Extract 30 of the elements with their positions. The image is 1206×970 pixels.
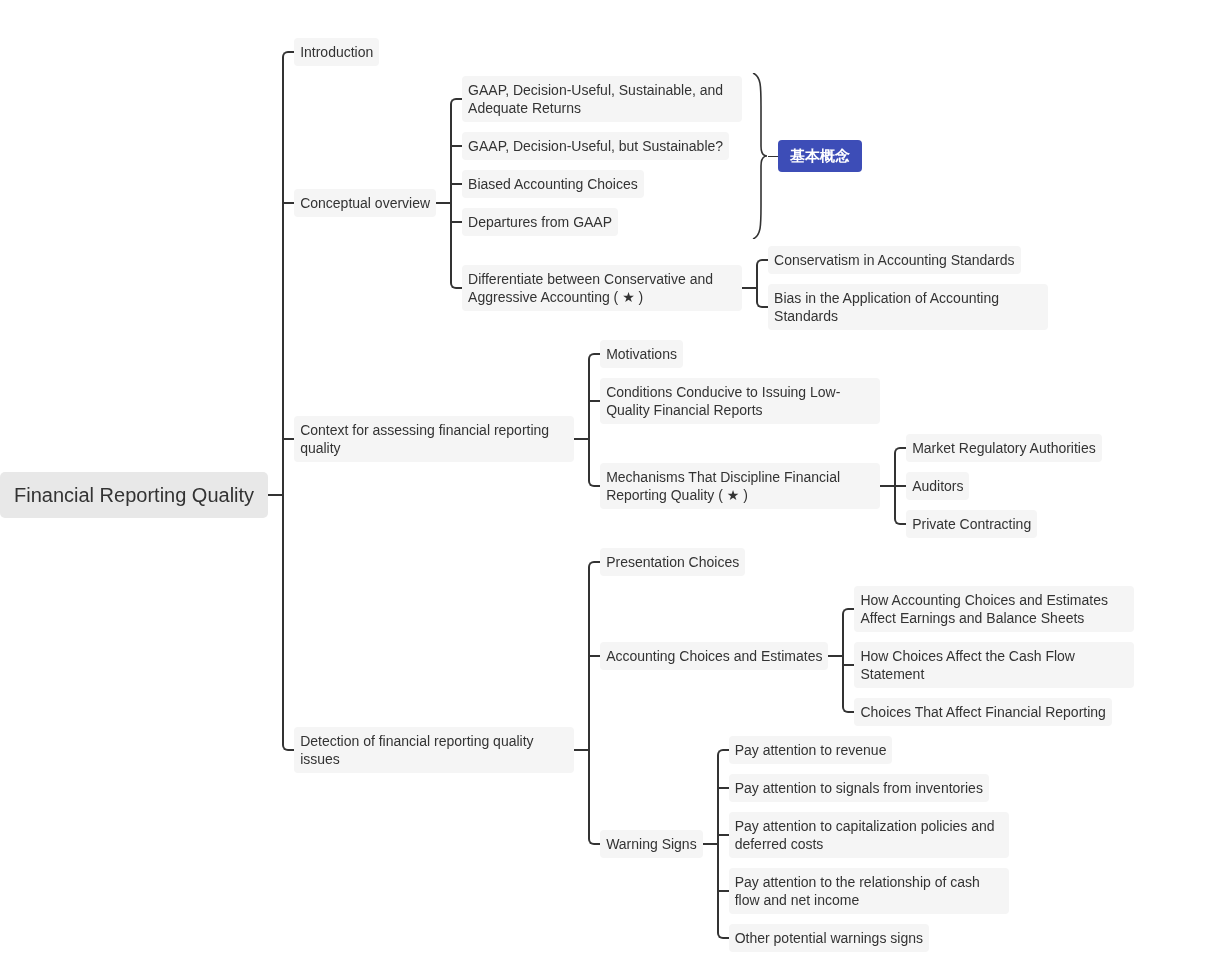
topic-node[interactable]: Context for assessing financial reporting quality [294,416,575,462]
topic-node[interactable]: Detection of financial reporting quality issues [294,727,575,773]
topic-node[interactable]: GAAP, Decision-Useful, but Sustainable? [462,132,730,160]
topic-node[interactable]: Presentation Choices [600,548,746,576]
topic-node[interactable]: Bias in the Application of Accounting Standards [768,284,1049,330]
summary-label[interactable]: 基本概念 [778,140,863,172]
topic-node[interactable]: Departures from GAAP [462,208,619,236]
central-topic[interactable]: Financial Reporting Quality [0,472,269,518]
topic-node[interactable]: Pay attention to capitalization policies and deferred costs [728,812,1009,858]
topic-node[interactable]: Warning Signs [600,830,703,858]
topic-node[interactable]: Private Contracting [906,510,1038,538]
topic-node[interactable]: Choices That Affect Financial Reporting [854,698,1112,726]
topic-node[interactable]: Pay attention to signals from inventories [728,774,989,802]
topic-node[interactable]: GAAP, Decision-Useful, Sustainable, and Adequate Returns [462,76,743,122]
topic-node[interactable]: Accounting Choices and Estimates [600,642,829,670]
topic-node[interactable]: Conditions Conducive to Issuing Low-Quality Financial Reports [600,378,881,424]
topic-node[interactable]: Mechanisms That Discipline Financial Reporting Quality ( ★ ) [600,463,881,509]
topic-node[interactable]: Biased Accounting Choices [462,170,644,198]
topic-node[interactable]: How Choices Affect the Cash Flow Statement [854,642,1135,688]
topic-node[interactable]: Auditors [906,472,970,500]
topic-node[interactable]: How Accounting Choices and Estimates Affect Earnings and Balance Sheets [854,586,1135,632]
topic-node[interactable]: Pay attention to the relationship of cash flow and net income [728,868,1009,914]
topic-node[interactable]: Introduction [294,38,380,66]
topic-node[interactable]: Other potential warnings signs [728,924,929,952]
topic-node[interactable]: Differentiate between Conservative and Aggressive Accounting ( ★ ) [462,265,743,311]
topic-node[interactable]: Motivations [600,340,683,368]
topic-node[interactable]: Conceptual overview [294,189,437,217]
topic-node[interactable]: Pay attention to revenue [728,736,893,764]
topic-node[interactable]: Market Regulatory Authorities [906,434,1102,462]
topic-node[interactable]: Conservatism in Accounting Standards [768,246,1021,274]
